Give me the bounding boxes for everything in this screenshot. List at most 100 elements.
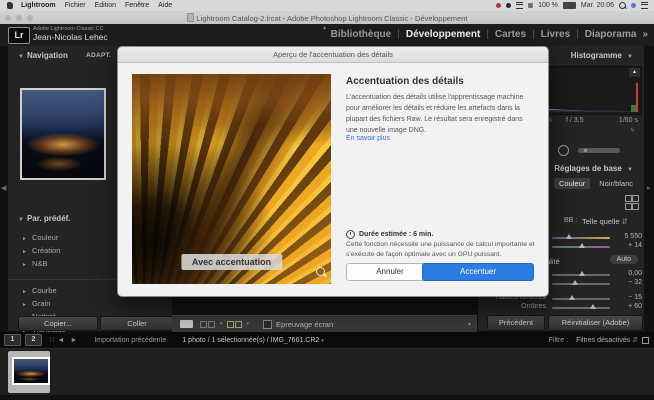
macos-menubar: Lightroom Fichier Edition Fenêtre Aide 1… [0, 0, 654, 11]
right-panel-collapse-icon[interactable]: ▸ [647, 184, 651, 192]
brush-tool-slider[interactable] [578, 148, 620, 153]
menu-aide[interactable]: Aide [158, 2, 172, 9]
copy-settings-button[interactable]: Copier... [18, 316, 98, 331]
estimated-time-row: Durée estimée : 6 min. [346, 230, 433, 239]
module-bibliotheque[interactable]: Bibliothèque [331, 29, 392, 40]
previous-button[interactable]: Précédent [487, 315, 545, 331]
paste-settings-button[interactable]: Coller [100, 316, 174, 331]
redeye-tool-icon[interactable] [558, 145, 569, 156]
preset-divider [8, 270, 118, 280]
toolbar-options-caret-icon[interactable]: ▾ [468, 321, 471, 328]
module-overflow-chevron[interactable]: » [642, 29, 648, 40]
filter-label: Filtre : [549, 337, 568, 344]
tab-noir-blanc[interactable]: Noir/blanc [594, 178, 638, 189]
gpu-note: Cette fonction nécessite une puissance d… [346, 240, 538, 260]
dialog-heading: Accentuation des détails [346, 76, 464, 87]
module-cartes[interactable]: Cartes [495, 29, 526, 40]
menu-fichier[interactable]: Fichier [65, 2, 86, 9]
histogram-panel-header[interactable]: Histogramme ▼ [571, 51, 636, 60]
grid-view-icon[interactable]: ∷ [50, 336, 54, 344]
filmstrip-source[interactable]: Importation précédente [94, 337, 166, 344]
siri-icon[interactable] [631, 3, 636, 8]
soft-proof-checkbox[interactable] [263, 320, 272, 329]
split-view-icon[interactable] [227, 315, 243, 333]
cellular-icon[interactable] [516, 2, 523, 9]
wb-select[interactable]: Telle quelle ⇵ [582, 217, 628, 226]
left-panel-collapse-icon[interactable]: ◀ [1, 184, 6, 192]
loupe-cursor-icon [316, 267, 325, 276]
reset-button[interactable]: Réinitialiser (Adobe) [548, 315, 643, 331]
lightroom-logo: Lr [8, 27, 30, 44]
status-app-icon[interactable] [506, 3, 511, 8]
presets-panel-header[interactable]: ▼Par. prédéf. [18, 214, 71, 223]
module-diaporama[interactable]: Diaporama [585, 29, 637, 40]
navigator-preview-photo[interactable] [20, 88, 106, 180]
battery-icon[interactable] [563, 2, 576, 9]
menu-lightroom[interactable]: Lightroom [21, 2, 56, 9]
view-dropdown-caret-icon[interactable]: ▾ [220, 321, 223, 327]
learn-more-link[interactable]: En savoir plus [346, 135, 390, 142]
navigation-panel-header[interactable]: ▼Navigation [18, 51, 68, 60]
highlight-clipping-icon[interactable]: ▲ [629, 68, 640, 77]
exif-aperture: f / 3,5 [566, 117, 584, 124]
soft-proof-label: Epreuvage écran [276, 320, 333, 329]
go-forward-icon[interactable]: ► [70, 337, 77, 344]
dialog-titlebar[interactable]: Aperçu de l'accentuation des détails [118, 47, 548, 63]
window-title: Lightroom Catalog-2.lrcat - Adobe Photos… [0, 13, 654, 23]
auto-tone-button[interactable]: Auto [610, 255, 638, 264]
window-titlebar: Lightroom Catalog-2.lrcat - Adobe Photos… [0, 11, 654, 25]
dialog-description: L'accentuation des détails utilise l'app… [346, 93, 536, 136]
module-developpement[interactable]: Développement [406, 29, 480, 40]
module-picker: Bibliothèque| Développement| Cartes| Liv… [331, 29, 648, 40]
wb-label: BB : [564, 217, 577, 224]
develop-toolbar: ▾ ▾ Epreuvage écran ▾ [172, 315, 477, 332]
basic-panel-header[interactable]: Réglages de base ▼ [554, 164, 636, 173]
wifi-icon[interactable] [528, 3, 533, 8]
profile-browser-icon[interactable] [625, 195, 638, 210]
menu-fenetre[interactable]: Fenêtre [125, 2, 149, 9]
menu-edition[interactable]: Edition [95, 2, 116, 9]
filmstrip-selection[interactable]: 1 photo / 1 sélectionnée(s) / IMG_7661.C… [182, 337, 323, 344]
slider-ombres[interactable]: Ombres + 60 [478, 303, 644, 313]
battery-percent: 100 % [538, 2, 558, 9]
loupe-view-icon[interactable] [180, 320, 193, 328]
menubar-clock[interactable]: Mar. 20:06 [581, 2, 614, 9]
exif-shutter: 1/60 s [619, 117, 638, 124]
preset-group-courbe[interactable]: ► Courbe [8, 284, 118, 297]
flash-icon: ϟ [631, 128, 634, 134]
filmstrip-bar: 1 2 ∷ ◄ ► Importation précédente 1 photo… [0, 332, 654, 348]
cancel-button[interactable]: Annuler [346, 263, 434, 281]
preset-group-grain[interactable]: ► Grain [8, 297, 118, 310]
filmstrip-thumbnail-photo[interactable] [12, 357, 50, 385]
estimated-time-text: Durée estimée : 6 min. [359, 231, 433, 238]
filter-dropdown[interactable]: Filtres désactivés ⇵ [576, 336, 638, 344]
clock-icon [346, 230, 355, 239]
filter-lock-icon[interactable] [642, 337, 649, 344]
preset-group-creation[interactable]: ► Création [8, 244, 118, 257]
control-center-icon[interactable] [641, 2, 648, 9]
lightroom-header: Lr Adobe Lightroom Classic CC Jean-Nicol… [0, 24, 654, 46]
document-icon [187, 13, 194, 22]
view-dropdown-caret-icon-2[interactable]: ▾ [247, 321, 250, 327]
filmstrip-selected-cell[interactable] [8, 351, 50, 393]
second-window-button[interactable]: 2 [25, 334, 42, 346]
spotlight-search-icon[interactable] [619, 2, 626, 9]
before-after-view-icon[interactable] [200, 315, 216, 333]
collapse-triangle-icon: ▼ [18, 54, 24, 60]
preset-group-nb[interactable]: ► N&B [8, 257, 118, 270]
apple-icon[interactable] [7, 2, 13, 9]
filmstrip [0, 348, 654, 395]
top-panel-collapse-icon[interactable]: ▲ [322, 25, 327, 31]
main-window-button[interactable]: 1 [4, 334, 21, 346]
status-record-icon[interactable] [496, 3, 501, 8]
basic-mode-tabs: Couleur Noir/blanc [554, 178, 638, 189]
screen: Lightroom Fichier Edition Fenêtre Aide 1… [0, 0, 654, 400]
preset-group-couleur[interactable]: ► Couleur [8, 231, 118, 244]
go-back-icon[interactable]: ◄ [57, 337, 64, 344]
tab-couleur[interactable]: Couleur [554, 178, 590, 189]
enhance-button[interactable]: Accentuer [422, 263, 534, 281]
preview-state-label: Avec accentuation [181, 254, 282, 270]
enhance-preview-image[interactable]: Avec accentuation [132, 74, 331, 284]
module-livres[interactable]: Livres [541, 29, 570, 40]
zoom-level-adapt[interactable]: ADAPT. [86, 52, 111, 59]
